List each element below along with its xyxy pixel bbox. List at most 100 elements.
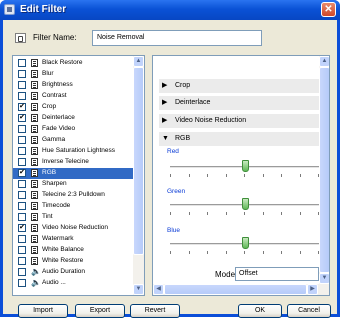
green-label: Green — [167, 188, 186, 195]
slider-tick — [226, 212, 227, 215]
filter-checkbox[interactable]: ✔ — [18, 224, 26, 232]
filter-checkbox[interactable]: ✔ — [18, 103, 26, 111]
filter-checkbox[interactable] — [18, 268, 26, 276]
film-icon — [31, 235, 38, 243]
scroll-left-button[interactable]: ◀ — [153, 284, 164, 295]
filter-checkbox[interactable] — [18, 202, 26, 210]
expand-arrow-icon[interactable]: ▶ — [162, 82, 167, 90]
filter-name-label: Filter Name: — [33, 33, 77, 42]
scroll-down-button[interactable]: ▼ — [133, 284, 144, 295]
section-title: Crop — [175, 82, 191, 89]
filter-list-item[interactable]: Gamma — [13, 135, 133, 146]
red-label: Red — [167, 148, 179, 155]
filter-checkbox[interactable] — [18, 125, 26, 133]
horizontal-scroll-thumb[interactable] — [164, 284, 307, 295]
green-slider-knob[interactable] — [242, 198, 249, 210]
filter-checkbox[interactable] — [18, 257, 26, 265]
filter-checkbox[interactable] — [18, 180, 26, 188]
filter-list-item[interactable]: Brightness — [13, 80, 133, 91]
export-button[interactable]: Export — [75, 304, 125, 318]
filter-list-item[interactable]: Fade Video — [13, 124, 133, 135]
filter-list-item[interactable]: Sharpen — [13, 179, 133, 190]
filter-list-item[interactable]: ✔ RGB — [13, 168, 133, 179]
filter-list-item[interactable]: ✔ Deinterlace — [13, 113, 133, 124]
settings-horizontal-scrollbar[interactable]: ◀ ▶ — [153, 284, 329, 295]
scroll-up-button[interactable]: ▲ — [133, 56, 144, 67]
filter-list-item[interactable]: White Restore — [13, 256, 133, 267]
filter-list-item[interactable]: Hue Saturation Lightness — [13, 146, 133, 157]
filter-list-item[interactable]: ✔ Crop — [13, 102, 133, 113]
settings-scroll-up-button[interactable]: ▲ — [319, 56, 329, 67]
filter-list-item[interactable]: 🔈 Audio ... — [13, 278, 133, 289]
filter-list-item[interactable]: Black Restore — [13, 58, 133, 69]
filter-checkbox[interactable] — [18, 213, 26, 221]
settings-scrollbar[interactable]: ▲ ▼ — [319, 56, 329, 284]
scroll-right-button[interactable]: ▶ — [307, 284, 318, 295]
filter-list-scrollbar[interactable]: ▲ ▼ — [133, 56, 144, 295]
filter-name-input[interactable]: Noise Removal — [92, 30, 262, 46]
filter-list-item[interactable]: Telecine 2:3 Pulldown — [13, 190, 133, 201]
filter-list-item[interactable]: Blur — [13, 69, 133, 80]
slider-tick — [263, 212, 264, 215]
filter-label: White Balance — [42, 246, 84, 253]
expand-arrow-icon[interactable]: ▶ — [162, 99, 167, 107]
film-icon — [31, 92, 38, 100]
filter-checkbox[interactable] — [18, 279, 26, 287]
filter-checkbox[interactable] — [18, 191, 26, 199]
slider-tick — [300, 251, 301, 254]
mode-field[interactable]: Offset — [235, 267, 319, 281]
slider-tick — [281, 174, 282, 177]
film-icon — [31, 136, 38, 144]
filter-list-item[interactable]: ✔ Video Noise Reduction — [13, 223, 133, 234]
filter-list-item[interactable]: Inverse Telecine — [13, 157, 133, 168]
film-icon — [31, 70, 38, 78]
filter-label: Sharpen — [42, 180, 67, 187]
slider-tick — [207, 212, 208, 215]
settings-scroll-thumb[interactable] — [319, 67, 329, 273]
filter-list-item[interactable]: Watermark — [13, 234, 133, 245]
film-icon — [31, 158, 38, 166]
slider-tick — [226, 174, 227, 177]
filter-checkbox[interactable] — [18, 59, 26, 67]
filter-checkbox[interactable] — [18, 81, 26, 89]
ok-button[interactable]: OK — [238, 304, 282, 318]
filter-checkbox[interactable] — [18, 136, 26, 144]
close-button[interactable]: ✕ — [321, 2, 336, 17]
filter-checkbox[interactable] — [18, 158, 26, 166]
filter-checkbox[interactable] — [18, 92, 26, 100]
cancel-button[interactable]: Cancel — [287, 304, 331, 318]
filter-checkbox[interactable] — [18, 147, 26, 155]
filter-checkbox[interactable]: ✔ — [18, 114, 26, 122]
slider-tick — [244, 251, 245, 254]
import-button[interactable]: Import — [18, 304, 68, 318]
collapse-arrow-icon[interactable]: ▼ — [162, 135, 169, 143]
filter-list[interactable]: Black Restore Blur Brightness Contrast ✔ Crop… — [12, 55, 145, 296]
filter-checkbox[interactable]: ✔ — [18, 169, 26, 177]
film-icon — [31, 59, 38, 67]
blue-slider-knob[interactable] — [242, 237, 249, 249]
section-header-deinterlace[interactable]: ▶ Deinterlace — [159, 96, 319, 110]
expand-arrow-icon[interactable]: ▶ — [162, 117, 167, 125]
scroll-thumb[interactable] — [133, 67, 144, 255]
section-header-rgb[interactable]: ▼ RGB — [159, 132, 319, 146]
red-slider-knob[interactable] — [242, 160, 249, 172]
section-header-video-noise-reduction[interactable]: ▶ Video Noise Reduction — [159, 114, 319, 128]
filter-list-item[interactable]: Tint — [13, 212, 133, 223]
film-icon — [31, 147, 38, 155]
filter-label: Audio Duration — [42, 268, 85, 275]
revert-button[interactable]: Revert — [130, 304, 180, 318]
filter-checkbox[interactable] — [18, 235, 26, 243]
filter-label: Telecine 2:3 Pulldown — [42, 191, 105, 198]
filter-list-item[interactable]: White Balance — [13, 245, 133, 256]
section-header-crop[interactable]: ▶ Crop — [159, 79, 319, 93]
filter-list-item[interactable]: 🔈 Audio Duration — [13, 267, 133, 278]
filter-list-item[interactable]: Contrast — [13, 91, 133, 102]
filter-checkbox[interactable] — [18, 246, 26, 254]
filter-label: Watermark — [42, 235, 74, 242]
film-icon — [31, 81, 38, 89]
settings-scroll-down-button[interactable]: ▼ — [319, 273, 329, 284]
filter-checkbox[interactable] — [18, 70, 26, 78]
title-bar[interactable]: Edit Filter ✕ — [0, 0, 340, 20]
filter-list-item[interactable]: Timecode — [13, 201, 133, 212]
film-icon — [31, 246, 38, 254]
